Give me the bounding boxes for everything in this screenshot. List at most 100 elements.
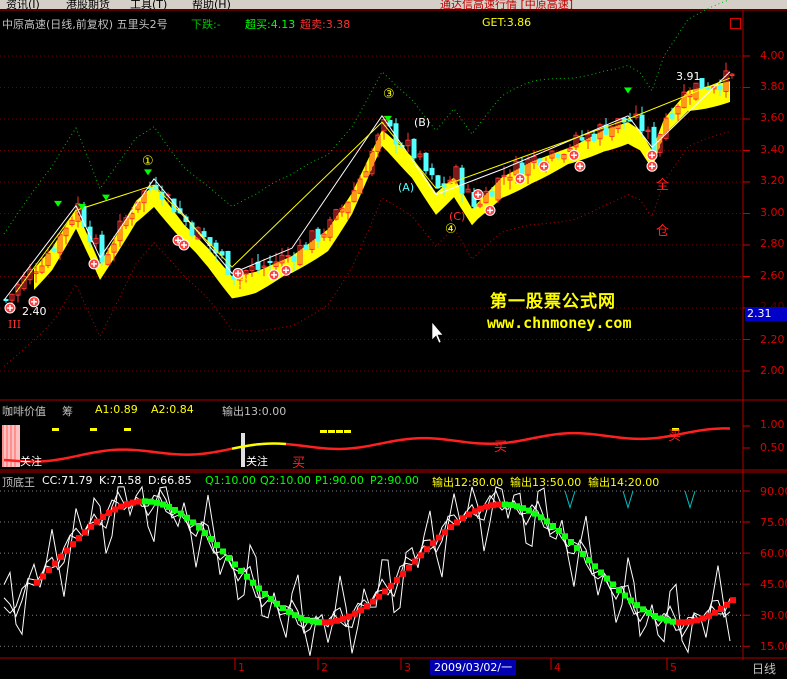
oscillator-point <box>670 618 676 625</box>
oscillator-point <box>274 600 280 607</box>
down-indicator: 下跌:- <box>191 18 221 31</box>
mid-y-tick-0.50: 0.50 <box>760 441 785 454</box>
oscillator-point <box>196 524 202 531</box>
top-signal-icon <box>622 490 634 510</box>
oscillator-point <box>64 547 70 554</box>
oscillator-point <box>664 617 670 624</box>
mid-indicator-segment <box>141 449 149 453</box>
mid-indicator-segment <box>285 442 293 446</box>
wave-mark-4: ④ <box>445 222 457 237</box>
mid-a1-value: A1:0.89 <box>95 403 138 416</box>
oscillator-point <box>574 544 580 551</box>
oscillator-point <box>232 561 238 568</box>
oscillator-point <box>532 510 538 517</box>
low-k-value: K:71.58 <box>99 474 142 487</box>
oscillator-point <box>436 534 442 541</box>
watch-label-1: 关注 <box>20 455 42 468</box>
mid-out13-value: 输出13:0.00 <box>222 405 287 418</box>
oscillator-point <box>298 614 304 621</box>
oscillator-point <box>712 609 718 616</box>
watch-label-2: 关注 <box>246 455 268 468</box>
candle-body <box>303 244 309 251</box>
candle-body <box>429 167 435 176</box>
oscillator-point <box>382 588 388 595</box>
oscillator-point <box>370 598 376 605</box>
candle-body <box>519 162 525 175</box>
candle-body <box>669 113 675 119</box>
oscillator-point <box>88 523 94 530</box>
date-cursor-label: 2009/03/02/一 <box>430 660 517 675</box>
buy-signal-3: 买 <box>668 429 682 444</box>
oscillator-point <box>238 567 244 574</box>
oscillator-point <box>592 563 598 570</box>
oscillator-point <box>340 616 346 623</box>
mid-indicator-segment <box>309 445 317 449</box>
oscillator-point <box>724 601 730 608</box>
oscillator-point <box>706 612 712 619</box>
signal-dash <box>90 428 97 431</box>
mid-indicator-segment <box>351 446 359 450</box>
oscillator-point <box>490 502 496 509</box>
mid-indicator-segment <box>519 438 527 442</box>
panel-close-icon[interactable] <box>730 18 741 29</box>
candle-body <box>579 137 585 141</box>
oscillator-point <box>208 535 214 542</box>
oscillator-point <box>634 602 640 609</box>
oscillator-point <box>184 514 190 521</box>
oscillator-point <box>514 503 520 510</box>
period-selector[interactable]: 日线 <box>752 660 776 677</box>
candle-body <box>699 78 705 90</box>
mid-indicator-segment <box>681 431 689 435</box>
mid-indicator-segment <box>63 456 71 460</box>
y-tick-2.80: 2.80 <box>760 237 785 250</box>
y-tick-3.60: 3.60 <box>760 111 785 124</box>
candle-body <box>315 228 321 242</box>
oscillator-point <box>358 607 364 614</box>
oscillator-point <box>328 618 334 625</box>
mid-indicator-segment <box>453 439 461 443</box>
month-tick-2: 2 <box>321 661 328 674</box>
month-tick-5: 5 <box>670 661 677 674</box>
top-signal-icon <box>684 490 696 510</box>
oscillator-point <box>472 508 478 515</box>
oscillator-point <box>478 505 484 512</box>
mid-indicator-segment <box>555 432 563 436</box>
oscillator-point <box>154 499 160 506</box>
oscillator-point <box>52 560 58 567</box>
month-tick-3: 3 <box>404 661 411 674</box>
oscillator-point <box>304 616 310 623</box>
candle-body <box>285 254 291 257</box>
mid-indicator-segment <box>159 451 167 455</box>
mid-indicator-segment <box>441 437 449 442</box>
oscillator-point <box>394 576 400 583</box>
oscillator-point <box>586 557 592 564</box>
oscillator-point <box>268 596 274 603</box>
oscillator-point <box>496 501 502 508</box>
mid-indicator-segment <box>687 430 695 434</box>
high-price-label: 3.91 <box>676 70 701 83</box>
oscillator-point <box>688 618 694 625</box>
oscillator-point <box>94 518 100 525</box>
y-tick-3.20: 3.20 <box>760 174 785 187</box>
oscillator-point <box>76 535 82 542</box>
oscillator-point <box>322 619 328 626</box>
oscillator-point <box>610 581 616 588</box>
oscillator-point <box>40 573 46 580</box>
oscillator-point <box>286 608 292 615</box>
oscillator-point <box>106 510 112 517</box>
oscillator-point <box>526 507 532 514</box>
oscillator-point <box>562 533 568 540</box>
low-q1-value: Q1:10.00 <box>205 474 256 487</box>
low-out13-value: 输出13:50.00 <box>510 476 582 489</box>
mid-indicator-segment <box>435 437 443 441</box>
volume-block <box>241 433 245 467</box>
oscillator-point <box>166 503 172 510</box>
mid-indicator-segment <box>405 437 413 441</box>
mid-indicator-segment <box>99 449 107 453</box>
mid-indicator-segment <box>81 452 89 457</box>
oscillator-point <box>46 566 52 573</box>
current-price-box: 2.31 <box>745 307 787 321</box>
oscillator-point <box>700 615 706 622</box>
mid-indicator-segment <box>165 452 173 456</box>
mid-indicator-segment <box>153 450 161 454</box>
